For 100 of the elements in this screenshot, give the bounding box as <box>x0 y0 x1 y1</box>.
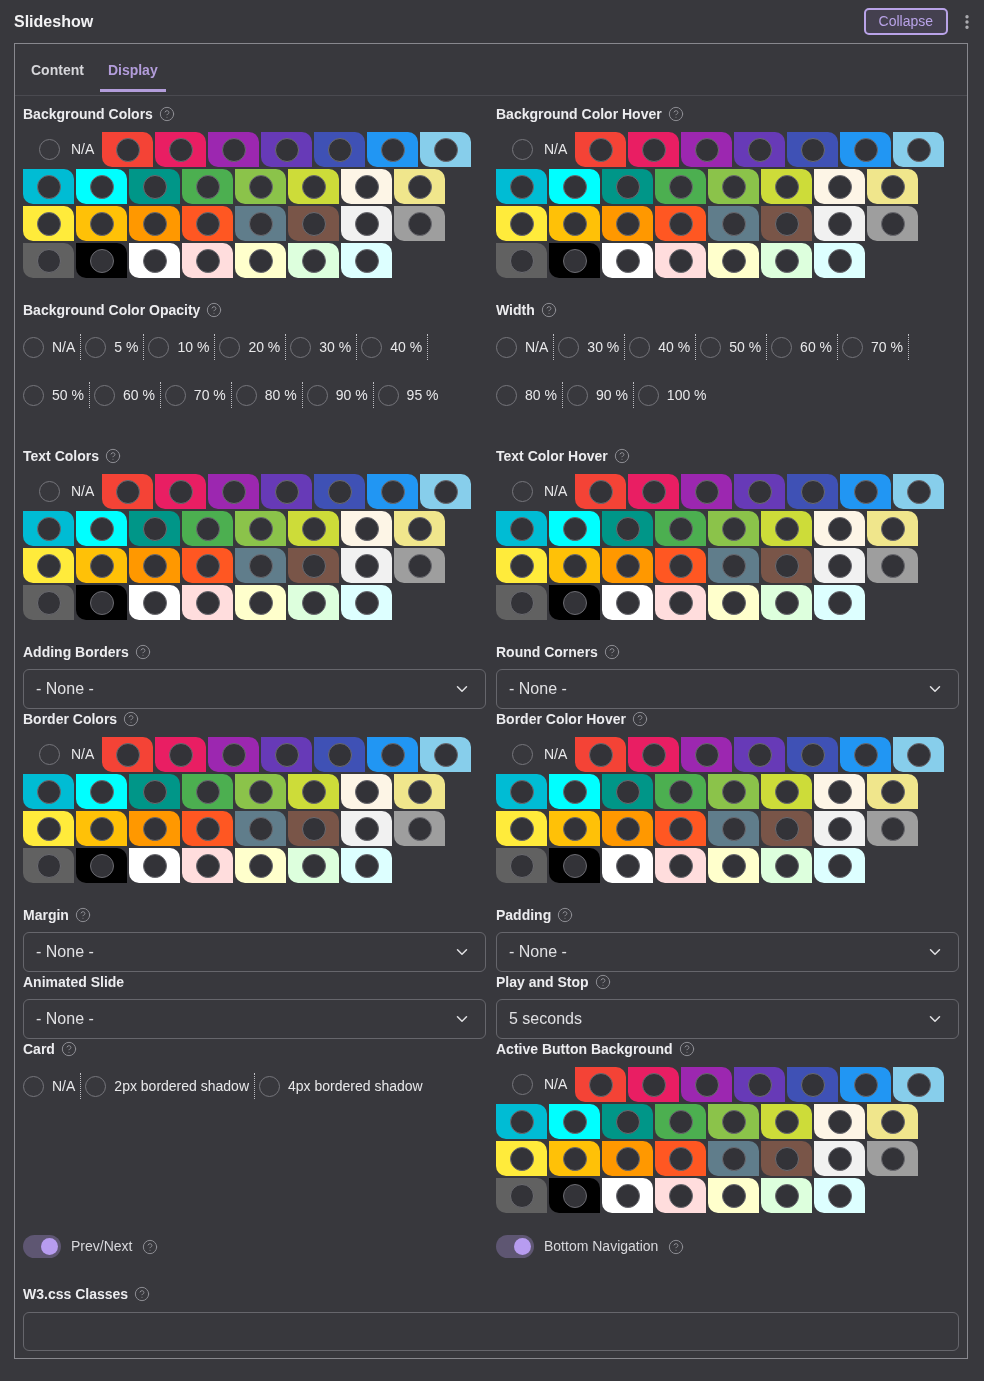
color-swatch[interactable] <box>23 206 74 241</box>
radio-option[interactable]: N/A <box>496 737 573 772</box>
help-icon[interactable] <box>613 448 630 464</box>
color-swatch[interactable] <box>602 811 653 846</box>
color-swatch[interactable] <box>655 1178 706 1213</box>
color-swatch[interactable] <box>341 548 392 583</box>
color-swatch[interactable] <box>288 548 339 583</box>
radio-option[interactable]: 40 % <box>361 334 429 360</box>
color-swatch[interactable] <box>549 1141 600 1176</box>
color-swatch[interactable] <box>893 1067 944 1102</box>
color-swatch[interactable] <box>496 1141 547 1176</box>
radio-option[interactable]: 60 % <box>93 382 161 408</box>
help-icon[interactable] <box>134 644 151 660</box>
color-swatch[interactable] <box>23 243 74 278</box>
color-swatch[interactable] <box>575 1067 626 1102</box>
color-swatch[interactable] <box>288 511 339 546</box>
color-swatch[interactable] <box>708 1178 759 1213</box>
radio-option[interactable]: 20 % <box>219 334 287 360</box>
color-swatch[interactable] <box>129 206 180 241</box>
help-icon[interactable] <box>557 907 574 923</box>
color-swatch[interactable] <box>182 169 233 204</box>
radio-option[interactable]: 5 % <box>85 334 145 360</box>
help-icon[interactable] <box>105 448 121 464</box>
color-swatch[interactable] <box>708 774 759 809</box>
color-swatch[interactable] <box>129 169 180 204</box>
color-swatch[interactable] <box>655 848 706 883</box>
color-swatch[interactable] <box>235 585 286 620</box>
color-swatch[interactable] <box>867 548 918 583</box>
color-swatch[interactable] <box>655 169 706 204</box>
color-swatch[interactable] <box>602 1141 653 1176</box>
color-swatch[interactable] <box>549 1104 600 1139</box>
color-swatch[interactable] <box>761 1104 812 1139</box>
color-swatch[interactable] <box>76 585 127 620</box>
color-swatch[interactable] <box>787 474 838 509</box>
color-swatch[interactable] <box>341 206 392 241</box>
color-swatch[interactable] <box>182 811 233 846</box>
select-field[interactable]: - None - <box>23 669 486 709</box>
color-swatch[interactable] <box>155 737 206 772</box>
radio-option[interactable]: 10 % <box>148 334 216 360</box>
radio-option[interactable]: N/A <box>496 474 573 509</box>
color-swatch[interactable] <box>840 132 891 167</box>
color-swatch[interactable] <box>420 132 471 167</box>
color-swatch[interactable] <box>235 548 286 583</box>
color-swatch[interactable] <box>655 1104 706 1139</box>
color-swatch[interactable] <box>23 811 74 846</box>
help-icon[interactable] <box>206 302 223 318</box>
color-swatch[interactable] <box>394 169 445 204</box>
radio-option[interactable]: N/A <box>23 1073 82 1099</box>
color-swatch[interactable] <box>893 737 944 772</box>
radio-option[interactable]: 2px bordered shadow <box>85 1073 255 1099</box>
color-swatch[interactable] <box>761 169 812 204</box>
radio-option[interactable]: 60 % <box>771 334 839 360</box>
color-swatch[interactable] <box>734 474 785 509</box>
color-swatch[interactable] <box>549 848 600 883</box>
help-icon[interactable] <box>142 1238 159 1255</box>
color-swatch[interactable] <box>182 548 233 583</box>
color-swatch[interactable] <box>602 206 653 241</box>
color-swatch[interactable] <box>575 132 626 167</box>
color-swatch[interactable] <box>394 774 445 809</box>
toggle-switch[interactable] <box>23 1235 61 1258</box>
color-swatch[interactable] <box>235 511 286 546</box>
radio-option[interactable]: N/A <box>23 334 82 360</box>
color-swatch[interactable] <box>628 474 679 509</box>
select-field[interactable]: - None - <box>496 932 959 972</box>
color-swatch[interactable] <box>708 169 759 204</box>
color-swatch[interactable] <box>681 474 732 509</box>
color-swatch[interactable] <box>496 206 547 241</box>
radio-option[interactable]: 40 % <box>629 334 697 360</box>
color-swatch[interactable] <box>288 774 339 809</box>
color-swatch[interactable] <box>129 848 180 883</box>
color-swatch[interactable] <box>655 206 706 241</box>
radio-option[interactable]: 80 % <box>496 382 563 408</box>
color-swatch[interactable] <box>893 474 944 509</box>
color-swatch[interactable] <box>549 774 600 809</box>
color-swatch[interactable] <box>761 811 812 846</box>
color-swatch[interactable] <box>208 132 259 167</box>
tab[interactable]: Display <box>99 52 166 92</box>
color-swatch[interactable] <box>575 474 626 509</box>
color-swatch[interactable] <box>496 511 547 546</box>
color-swatch[interactable] <box>129 243 180 278</box>
color-swatch[interactable] <box>394 548 445 583</box>
color-swatch[interactable] <box>288 585 339 620</box>
color-swatch[interactable] <box>496 169 547 204</box>
color-swatch[interactable] <box>761 511 812 546</box>
color-swatch[interactable] <box>235 774 286 809</box>
color-swatch[interactable] <box>814 206 865 241</box>
help-icon[interactable] <box>74 907 91 923</box>
color-swatch[interactable] <box>341 169 392 204</box>
radio-option[interactable]: 4px bordered shadow <box>259 1073 428 1099</box>
color-swatch[interactable] <box>549 585 600 620</box>
radio-option[interactable]: 30 % <box>290 334 358 360</box>
color-swatch[interactable] <box>314 132 365 167</box>
color-swatch[interactable] <box>182 585 233 620</box>
color-swatch[interactable] <box>814 1141 865 1176</box>
radio-option[interactable]: 90 % <box>306 382 374 408</box>
color-swatch[interactable] <box>814 774 865 809</box>
color-swatch[interactable] <box>182 848 233 883</box>
help-icon[interactable] <box>594 974 611 990</box>
color-swatch[interactable] <box>288 243 339 278</box>
color-swatch[interactable] <box>628 132 679 167</box>
